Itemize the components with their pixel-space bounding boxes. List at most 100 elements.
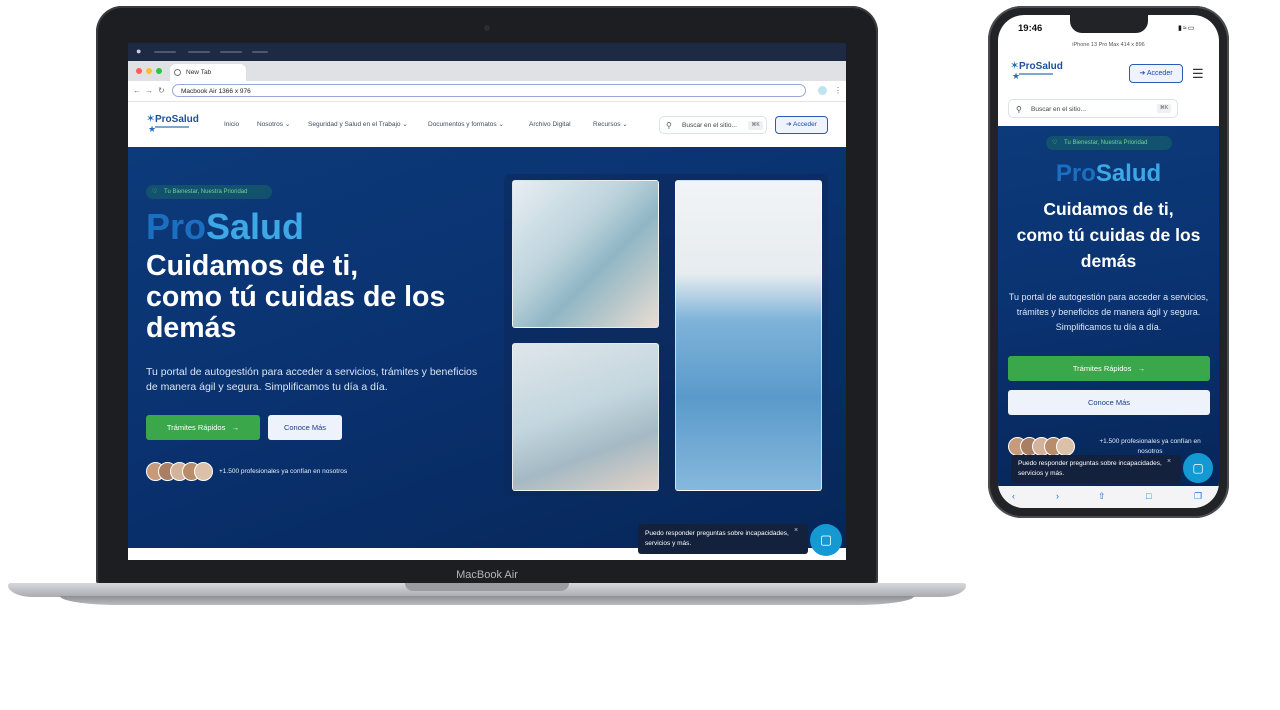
logo-star-icon: ★ [1012, 71, 1021, 81]
site-search[interactable]: ⚲ Buscar en el sitio... ⌘K [1008, 99, 1178, 118]
hero-section: ♡ Tu Bienestar, Nuestra Prioridad ProSal… [128, 147, 846, 548]
hero-photo-panel [504, 174, 828, 496]
back-icon[interactable]: ← [133, 84, 141, 98]
phone-model-label: iPhone 13 Pro Max 414 x 896 [1072, 42, 1145, 48]
hero-pill-text: Tu Bienestar, Nuestra Prioridad [164, 189, 248, 195]
apple-icon[interactable]: ● [136, 47, 144, 56]
forward-icon[interactable]: → [145, 84, 153, 98]
search-placeholder: Buscar en el sitio... [1031, 106, 1086, 113]
laptop-model-label: MacBook Air [456, 569, 518, 581]
hero-brand: ProSalud [998, 160, 1219, 188]
avatar [1056, 437, 1075, 456]
hero-pill: ♡ Tu Bienestar, Nuestra Prioridad [1046, 136, 1172, 150]
nav-inicio[interactable]: Inicio [224, 120, 239, 130]
extension-icon[interactable] [818, 86, 827, 95]
hero-title-line: demás [1080, 251, 1137, 271]
chat-tooltip-text: Puedo responder preguntas sobre incapaci… [1018, 460, 1162, 477]
hero-title-line: como tú cuidas de los [146, 281, 446, 313]
tramites-rapidos-button[interactable]: Trámites Rápidos → [146, 415, 260, 440]
hero-pill: ♡ Tu Bienestar, Nuestra Prioridad [146, 185, 272, 199]
arrow-right-icon: → [227, 423, 240, 432]
hero-title-line: como tú cuidas de los [1016, 225, 1201, 245]
conoce-mas-button[interactable]: Conoce Más [268, 415, 342, 440]
logo-text: ProSalud [155, 114, 199, 125]
browser-tab[interactable]: New Tab [170, 64, 246, 81]
back-icon[interactable]: ‹ [1012, 490, 1015, 502]
heart-icon: ♡ [1052, 140, 1058, 146]
search-placeholder: Buscar en el sitio... [682, 122, 737, 129]
laptop-base-foot [60, 596, 914, 605]
search-shortcut-badge: ⌘K [748, 121, 763, 130]
book-icon[interactable]: □ [1146, 490, 1151, 502]
search-shortcut-badge: ⌘K [1157, 104, 1171, 113]
menubar-item[interactable] [188, 51, 210, 53]
chat-tooltip: Puedo responder preguntas sobre incapaci… [638, 524, 808, 554]
tramites-rapidos-label: Trámites Rápidos [166, 423, 226, 432]
hero-title: Cuidamos de ti, como tú cuidas de los de… [146, 251, 486, 344]
hero-photo-team-hands [512, 180, 659, 328]
nav-seguridad-salud[interactable]: Seguridad y Salud en el Trabajo ⌄ [308, 120, 408, 130]
avatar-group [146, 462, 213, 484]
hero-photo-nurses [675, 180, 822, 491]
site-logo[interactable]: ✶ ProSalud ★ [1010, 61, 1063, 85]
login-icon: ➔ [786, 121, 792, 128]
nav-nosotros[interactable]: Nosotros ⌄ [257, 120, 290, 130]
laptop-screen: ● New Tab ← → ↻ Macbook Air 1366 x 976 ⋮… [128, 43, 846, 560]
nav-archivo-digital[interactable]: Archivo Digital [529, 120, 571, 130]
phone-notch [1070, 15, 1148, 33]
avatar [194, 462, 213, 481]
site-search[interactable]: ⚲ Buscar en el sitio... ⌘K [659, 116, 767, 134]
site-header: ✶ ProSalud ★ Inicio Nosotros ⌄ Seguridad… [128, 102, 846, 147]
menu-icon[interactable]: ☰ [1192, 64, 1204, 83]
hero-pill-text: Tu Bienestar, Nuestra Prioridad [1064, 140, 1148, 146]
menubar-item[interactable] [220, 51, 242, 53]
nav-documentos[interactable]: Documentos y formatos ⌄ [428, 120, 504, 130]
login-label: Acceder [1146, 70, 1173, 77]
logo-underline [1019, 73, 1053, 75]
reload-icon[interactable]: ↻ [158, 84, 165, 98]
share-icon[interactable]: ⇧ [1098, 490, 1106, 502]
heart-icon: ♡ [152, 189, 158, 195]
close-icon[interactable]: × [794, 526, 798, 536]
window-zoom-button[interactable] [156, 68, 162, 74]
macos-menubar: ● [128, 43, 846, 61]
window-minimize-button[interactable] [146, 68, 152, 74]
hero-title-line: Cuidamos de ti, [1043, 199, 1174, 219]
trust-text: +1.500 profesionales ya confían en nosot… [219, 468, 348, 475]
conoce-mas-button[interactable]: Conoce Más [1008, 390, 1210, 415]
login-icon: ➔ [1139, 70, 1146, 77]
address-bar[interactable]: Macbook Air 1366 x 976 [172, 84, 806, 97]
forward-icon[interactable]: › [1056, 490, 1059, 502]
login-button[interactable]: ➔ Acceder [1129, 64, 1183, 83]
menubar-item[interactable] [252, 51, 268, 53]
tab-title: New Tab [186, 69, 212, 76]
close-icon[interactable]: × [1167, 457, 1171, 467]
window-close-button[interactable] [136, 68, 142, 74]
tramites-rapidos-button[interactable]: Trámites Rápidos → [1008, 356, 1210, 381]
browser-tabbar: New Tab [128, 61, 846, 81]
chat-tooltip: Puedo responder preguntas sobre incapaci… [1011, 455, 1181, 483]
globe-icon [174, 69, 181, 76]
safari-toolbar: ‹ › ⇧ □ ❐ [998, 486, 1219, 508]
search-icon: ⚲ [1016, 105, 1022, 114]
brand-salud: Salud [206, 206, 305, 247]
browser-menu-icon[interactable]: ⋮ [834, 84, 842, 98]
menubar-item[interactable] [154, 51, 176, 53]
tramites-rapidos-label: Trámites Rápidos [1072, 364, 1132, 373]
login-button[interactable]: ➔ Acceder [775, 116, 828, 134]
logo-star-icon: ★ [148, 124, 157, 134]
hero-title: Cuidamos de ti, como tú cuidas de los de… [998, 196, 1219, 274]
chat-icon[interactable]: ▢ [810, 524, 842, 556]
arrow-right-icon: → [1133, 364, 1146, 373]
phone-status-icons: ▮≈▭ [1178, 25, 1196, 32]
chat-icon[interactable]: ▢ [1183, 453, 1213, 483]
nav-recursos[interactable]: Recursos ⌄ [593, 120, 628, 130]
brand-pro: Pro [1055, 160, 1096, 187]
logo-text: ProSalud [1019, 61, 1063, 72]
hero-description: Tu portal de autogestión para acceder a … [146, 366, 478, 393]
laptop-hinge-notch [405, 583, 569, 591]
hero-brand: ProSalud [146, 207, 304, 247]
site-logo[interactable]: ✶ ProSalud ★ [146, 114, 199, 136]
hero-title-line: demás [146, 312, 237, 344]
tabs-icon[interactable]: ❐ [1194, 490, 1202, 502]
